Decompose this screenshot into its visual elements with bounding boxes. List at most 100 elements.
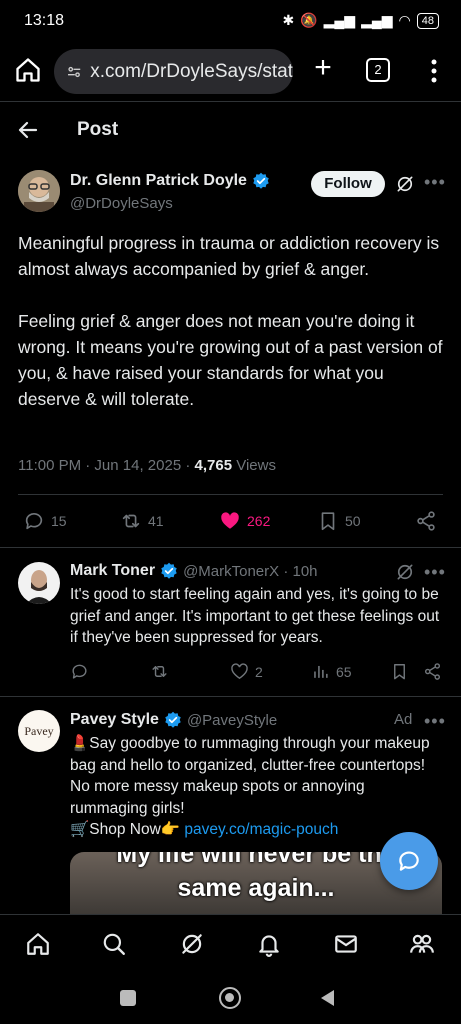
- home-icon[interactable]: [25, 931, 51, 957]
- system-back-button[interactable]: [318, 988, 336, 1008]
- repost-icon: [122, 514, 140, 528]
- reply-handle[interactable]: @MarkTonerX · 10h: [183, 563, 317, 580]
- reply-count: 15: [51, 513, 67, 529]
- compose-message-button[interactable]: [380, 832, 438, 890]
- reply-icon: [72, 664, 87, 679]
- grok-icon[interactable]: [395, 174, 415, 194]
- like-button[interactable]: 2: [230, 662, 263, 681]
- post-paragraph-2: Feeling grief & anger does not mean you'…: [18, 311, 448, 409]
- repost-icon: [152, 666, 167, 677]
- chat-bubble-icon: [399, 851, 419, 871]
- grok-icon[interactable]: [395, 562, 415, 582]
- views-label: Views: [232, 457, 276, 474]
- divider: [18, 494, 443, 495]
- divider: [0, 101, 461, 102]
- url-bar[interactable]: x.com/DrDoyleSays/stat: [54, 49, 293, 94]
- bookmark-button[interactable]: [390, 662, 409, 681]
- share-icon: [424, 663, 441, 680]
- repost-button[interactable]: 41: [120, 510, 164, 532]
- like-button[interactable]: 262: [219, 510, 270, 532]
- share-button[interactable]: [415, 510, 437, 532]
- views-chart-icon: [314, 665, 328, 678]
- bookmark-button[interactable]: 50: [317, 510, 361, 532]
- new-tab-button[interactable]: +: [308, 53, 338, 84]
- status-time: 13:18: [24, 12, 65, 29]
- tab-switcher-button[interactable]: 2: [366, 58, 390, 82]
- views-count: 65: [336, 663, 352, 680]
- ad-shop-label: 🛒Shop Now👉: [70, 821, 185, 838]
- divider: [0, 696, 461, 697]
- reply-avatar-image: [18, 562, 60, 604]
- search-icon[interactable]: [101, 931, 127, 957]
- like-count: 2: [255, 663, 263, 680]
- url-text: x.com/DrDoyleSays/stat: [90, 60, 293, 82]
- wifi-icon: ◠: [398, 12, 411, 28]
- reply-text: It's good to start feeling again and yes…: [70, 586, 440, 646]
- reply-author-name[interactable]: Mark Toner: [70, 562, 155, 580]
- signal-icon-2: ▂▄▆: [361, 12, 393, 28]
- author-name[interactable]: Dr. Glenn Patrick Doyle: [70, 172, 247, 190]
- bookmark-icon: [321, 512, 335, 531]
- communities-icon[interactable]: [409, 931, 435, 957]
- avatar[interactable]: [18, 170, 60, 212]
- site-settings-icon[interactable]: [66, 62, 82, 82]
- status-bar: 13:18 ✱ 🔕 ▂▄▆ ▂▄▆ ◠ 48: [0, 0, 461, 44]
- more-options-icon[interactable]: •••: [424, 562, 446, 583]
- reply-button[interactable]: [70, 662, 89, 681]
- heart-icon: [231, 663, 248, 680]
- verified-badge-icon: [253, 172, 269, 189]
- verified-badge-icon: [165, 711, 181, 728]
- page-title: Post: [77, 119, 119, 140]
- views-button[interactable]: 65: [311, 662, 352, 681]
- bookmark-count: 50: [345, 513, 361, 529]
- author-avatar-image: [18, 170, 60, 212]
- ad-author-name[interactable]: Pavey Style: [70, 711, 159, 729]
- post-timestamp[interactable]: 11:00 PM · Jun 14, 2025 ·: [18, 457, 195, 474]
- home-dot: [225, 993, 234, 1002]
- follow-button[interactable]: Follow: [311, 171, 385, 197]
- notifications-bell-icon[interactable]: [256, 931, 282, 957]
- ad-body: 💄Say goodbye to rummaging through your m…: [70, 735, 430, 817]
- system-home-button[interactable]: [219, 987, 241, 1009]
- more-options-icon[interactable]: •••: [424, 711, 446, 732]
- heart-filled-icon: [221, 512, 239, 529]
- browser-toolbar: x.com/DrDoyleSays/stat + 2: [0, 44, 461, 100]
- like-count: 262: [247, 513, 271, 529]
- bottom-navigation: [0, 914, 461, 972]
- share-icon: [417, 511, 435, 531]
- post-header: Post: [0, 104, 461, 156]
- mute-icon: 🔕: [300, 12, 318, 28]
- recent-apps-button[interactable]: [120, 990, 136, 1006]
- back-arrow-icon[interactable]: [16, 118, 40, 142]
- battery-icon: 48: [416, 12, 439, 29]
- ad-text: 💄Say goodbye to rummaging through your m…: [70, 733, 440, 841]
- signal-icon: ▂▄▆: [323, 12, 356, 28]
- status-icons: ✱ 🔕 ▂▄▆ ▂▄▆ ◠ 48: [282, 12, 439, 29]
- avatar[interactable]: [18, 562, 60, 604]
- views-count: 4,765: [194, 457, 233, 474]
- more-options-icon[interactable]: •••: [424, 172, 446, 193]
- grok-icon[interactable]: [179, 931, 205, 957]
- browser-menu-icon[interactable]: [424, 56, 444, 86]
- verified-badge-icon: [161, 562, 177, 579]
- author-handle[interactable]: @DrDoyleSays: [70, 195, 173, 212]
- home-icon[interactable]: [14, 56, 42, 84]
- bookmark-icon: [394, 664, 405, 680]
- reply-author-row: Mark Toner @MarkTonerX · 10h: [70, 562, 318, 580]
- reply-button[interactable]: 15: [23, 510, 67, 532]
- ad-author-row: Pavey Style @PaveyStyle: [70, 711, 277, 729]
- repost-count: 41: [148, 513, 164, 529]
- post-paragraph-1: Meaningful progress in trauma or addicti…: [18, 233, 445, 279]
- repost-button[interactable]: [150, 662, 169, 681]
- avatar[interactable]: Pavey: [18, 710, 60, 752]
- messages-envelope-icon[interactable]: [333, 931, 359, 957]
- author-name-row: Dr. Glenn Patrick Doyle: [70, 172, 270, 190]
- ad-link[interactable]: pavey.co/magic-pouch: [184, 821, 338, 838]
- share-button[interactable]: [423, 662, 442, 681]
- ad-avatar-logo: Pavey: [24, 723, 54, 738]
- bluetooth-icon: ✱: [282, 12, 295, 28]
- post-meta: 11:00 PM · Jun 14, 2025 · 4,765 Views: [18, 457, 276, 474]
- post-text: Meaningful progress in trauma or addicti…: [18, 230, 448, 412]
- ad-label: Ad: [394, 711, 413, 728]
- ad-handle[interactable]: @PaveyStyle: [187, 712, 277, 729]
